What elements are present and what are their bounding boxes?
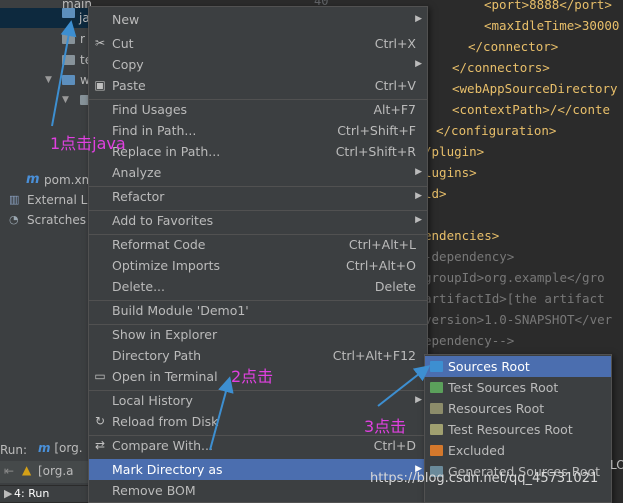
arrow-to-mark-directory bbox=[209, 376, 234, 451]
arrow-to-sources-root bbox=[377, 365, 431, 407]
annotation-step1: 1点击java bbox=[50, 134, 126, 153]
editor-edge-text: LO bbox=[610, 458, 623, 472]
annotation-step2: 2点击 bbox=[231, 367, 274, 386]
arrow-to-java bbox=[51, 20, 77, 127]
annotation-step3: 3点击 bbox=[364, 417, 407, 436]
watermark: https://blog.csdn.net/qq_45731021 bbox=[370, 471, 599, 486]
annotation-arrows bbox=[51, 20, 431, 451]
